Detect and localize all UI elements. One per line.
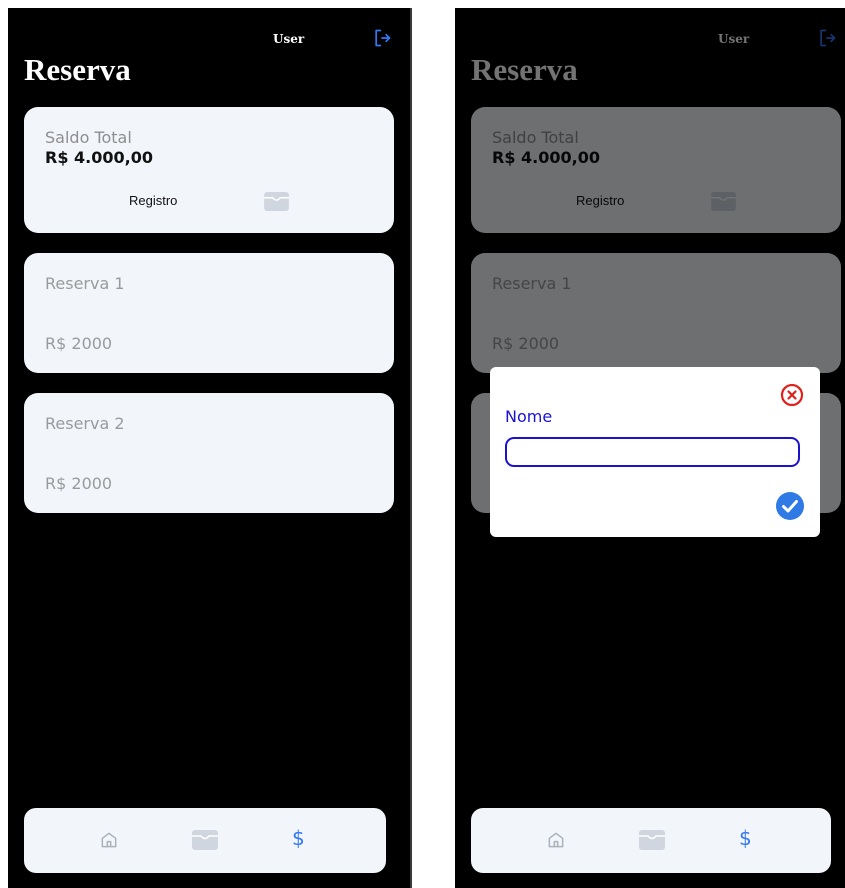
bottom-nav: $ (24, 808, 386, 873)
screen-with-modal: User Reserva Saldo Total R$ 4.000,00 Reg… (455, 8, 845, 888)
reserva-value: R$ 2000 (45, 474, 113, 493)
close-icon[interactable] (780, 383, 804, 407)
logout-icon[interactable] (372, 28, 392, 48)
wallet-nav-icon[interactable] (192, 830, 218, 850)
saldo-value: R$ 4.000,00 (45, 148, 153, 167)
saldo-label: Saldo Total (45, 128, 132, 147)
confirm-check-icon[interactable] (775, 491, 805, 521)
registro-button[interactable]: Registro (129, 193, 177, 208)
home-icon[interactable] (546, 830, 566, 850)
bottom-nav: $ (471, 808, 831, 873)
home-icon[interactable] (99, 830, 119, 850)
user-label: User (273, 32, 305, 46)
screen-main: User Reserva Saldo Total R$ 4.000,00 Reg… (8, 8, 412, 888)
reserva-name: Reserva 2 (45, 414, 125, 433)
dollar-icon[interactable]: $ (739, 826, 752, 850)
reserva-value: R$ 2000 (45, 334, 113, 353)
page-title: Reserva (24, 52, 131, 87)
reserva-card[interactable]: Reserva 2 R$ 2000 (24, 393, 394, 513)
wallet-icon[interactable] (264, 192, 289, 211)
name-input[interactable] (505, 437, 800, 467)
saldo-card: Saldo Total R$ 4.000,00 Registro (24, 107, 394, 233)
name-label: Nome (505, 407, 553, 426)
wallet-nav-icon[interactable] (639, 830, 665, 850)
dollar-icon[interactable]: $ (292, 826, 305, 850)
reserva-card[interactable]: Reserva 1 R$ 2000 (24, 253, 394, 373)
name-modal: Nome (490, 367, 820, 537)
reserva-name: Reserva 1 (45, 274, 125, 293)
